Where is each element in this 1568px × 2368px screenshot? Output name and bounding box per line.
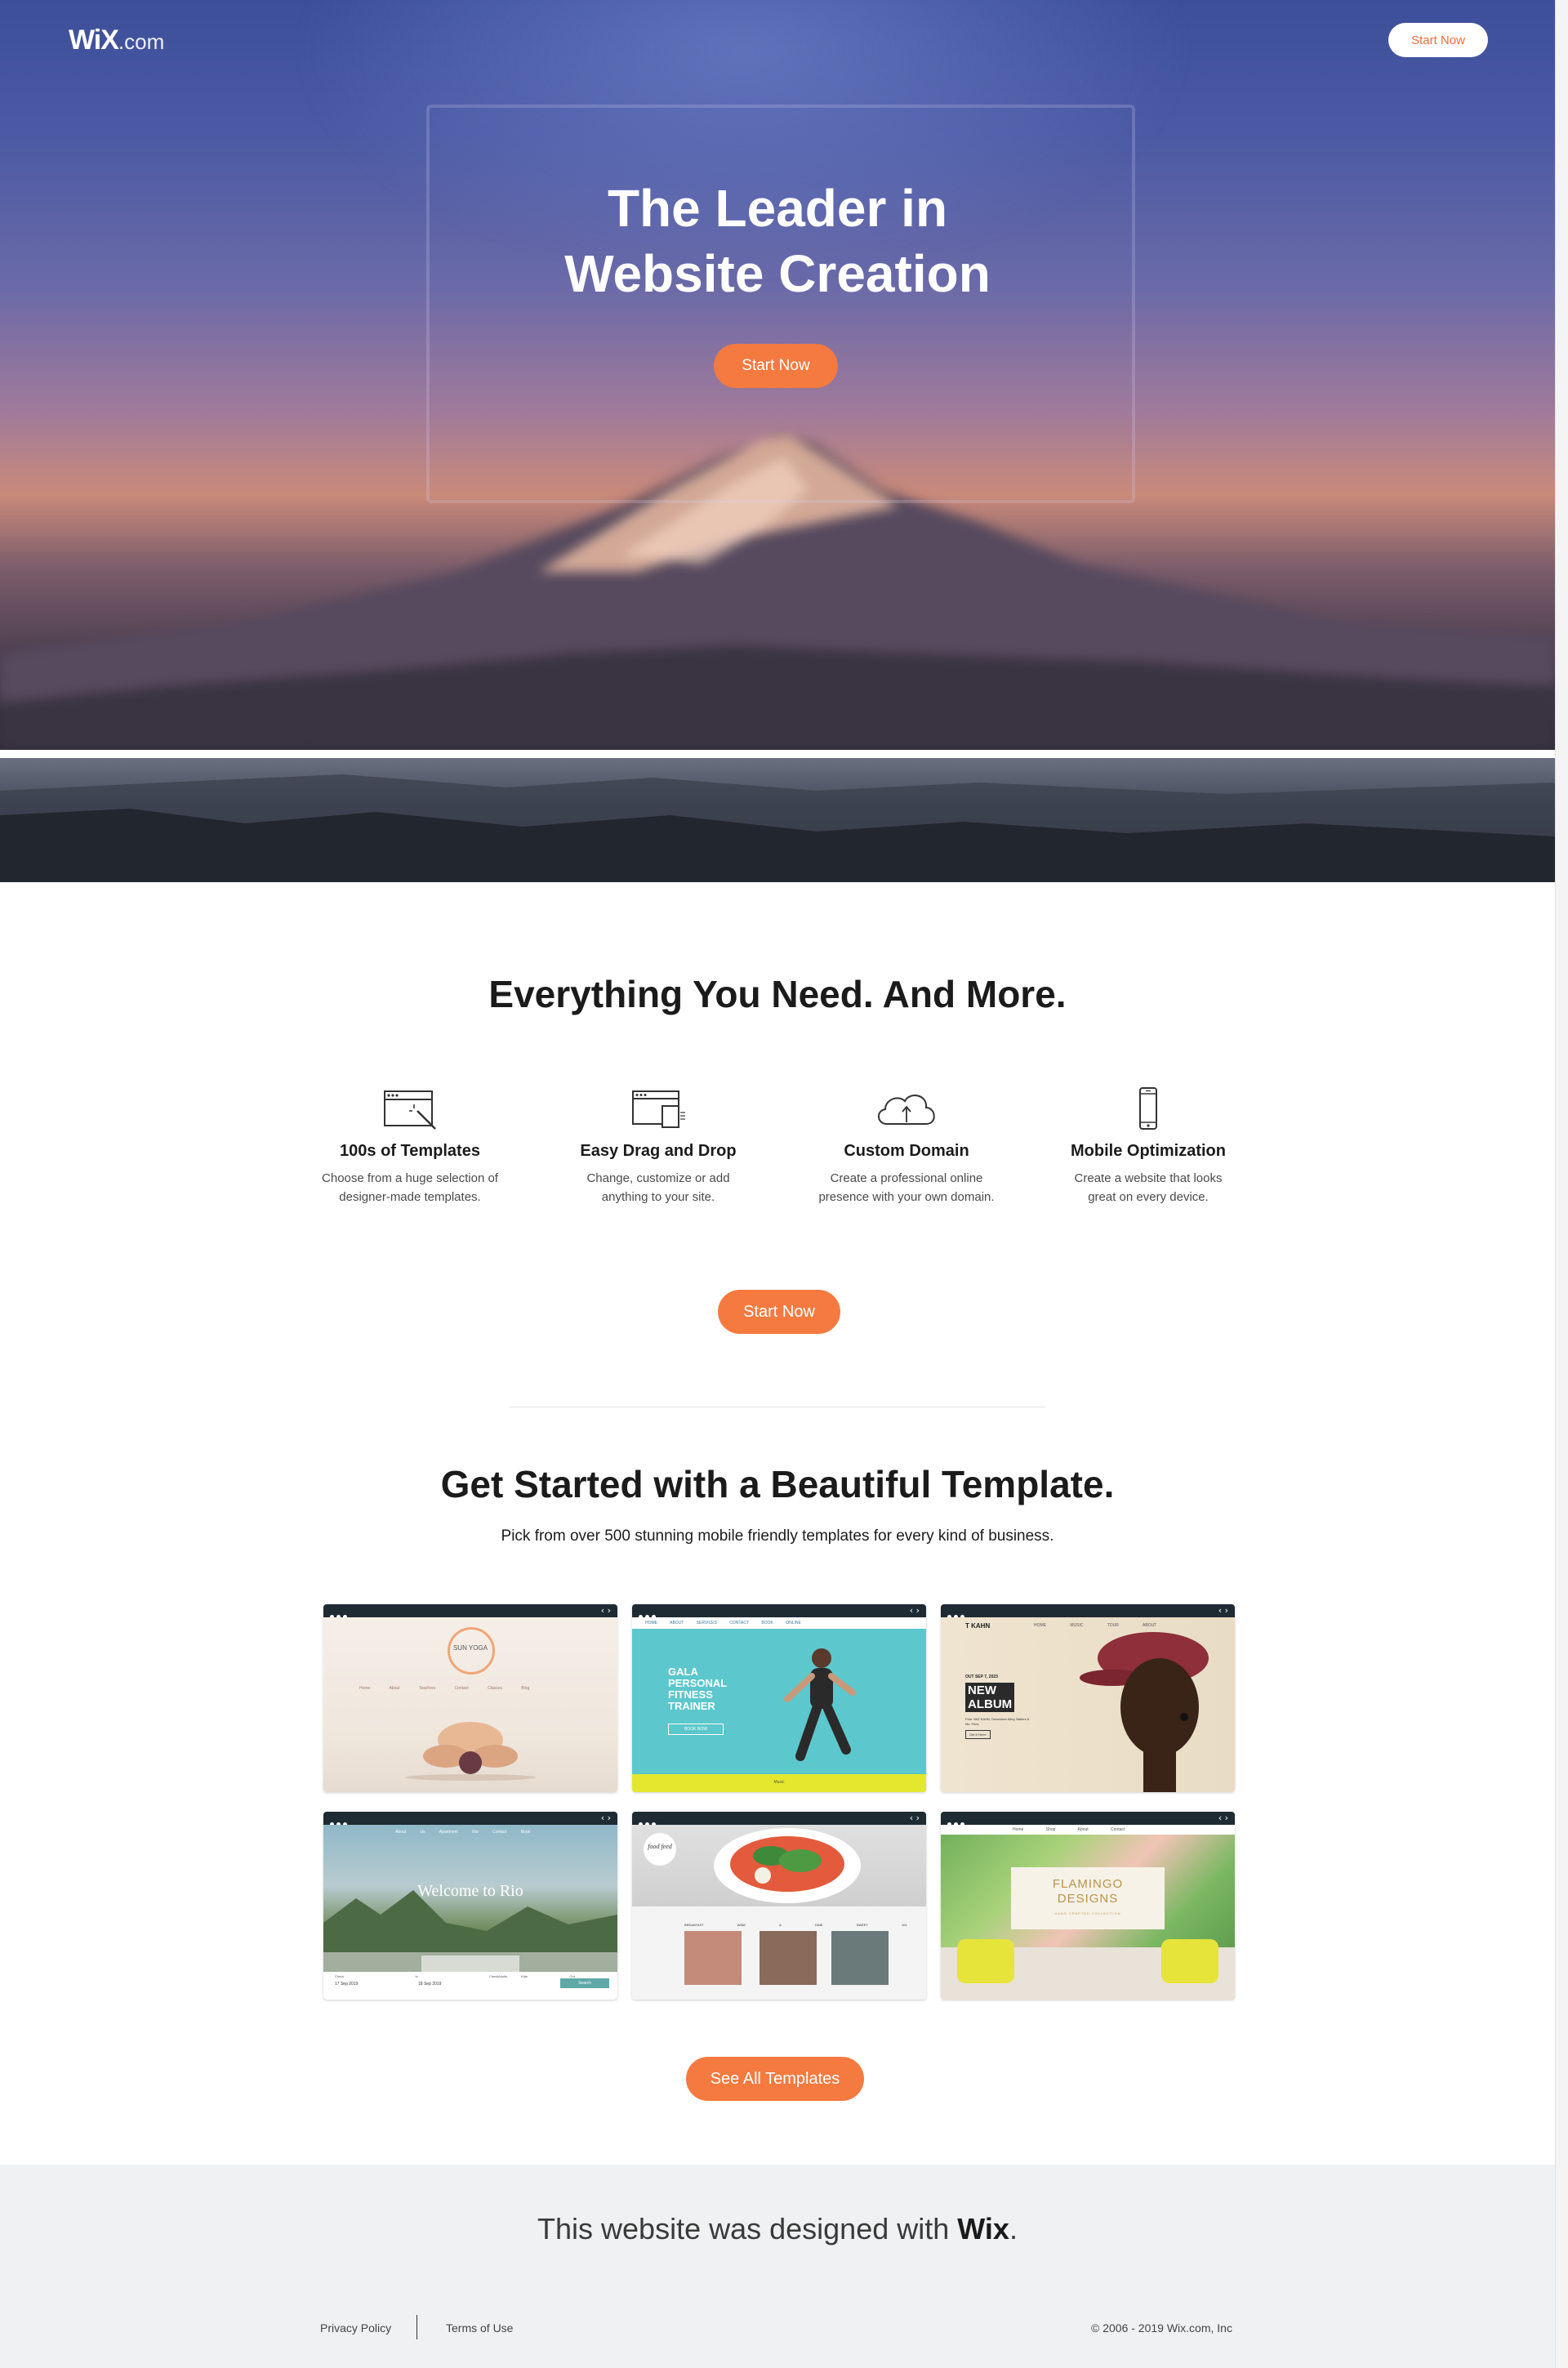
footer-tagline: This website was designed with Wix.: [537, 2212, 1018, 2245]
nav-arrows-icon: ‹ ›: [909, 1605, 920, 1616]
feature-description: Create a website that looks great on eve…: [1074, 1171, 1223, 1204]
feature-title: Mobile Optimization: [1071, 1142, 1226, 1160]
template-card-fitness-trainer[interactable]: ‹ › HOME ABOUT SERVICES CONTACT BOOK ONL…: [632, 1604, 926, 1792]
templates-heading: Get Started with a Beautiful Template.: [440, 1463, 1115, 1505]
hero-lower-image: [0, 758, 1555, 882]
wix-link[interactable]: Wix: [957, 2212, 1009, 2245]
templates-subtitle: Pick from over 500 stunning mobile frien…: [501, 1527, 1054, 1545]
salad-plate-image: [714, 1828, 861, 1903]
pillow-image: [1161, 1939, 1218, 1983]
feature-title: Easy Drag and Drop: [580, 1142, 737, 1160]
template-card-food-feed[interactable]: ‹ › food feed BREAKFAST WINE & DINE SWEE…: [632, 1812, 926, 2000]
feature-templates: 100s of Templates Choose from a huge sel…: [296, 1086, 524, 1206]
copyright: © 2006 - 2019 Wix.com, Inc: [1091, 2321, 1232, 2335]
nav-arrows-icon: ‹ ›: [1218, 1605, 1228, 1616]
logo-text: WiX: [69, 25, 119, 56]
feature-title: 100s of Templates: [340, 1142, 480, 1160]
mini-nav: HOME ABOUT SERVICES CONTACT BOOK ONLINE: [645, 1621, 801, 1625]
templates-icon: [384, 1090, 436, 1130]
scrollbar[interactable]: [1555, 0, 1568, 2368]
runner-image: [784, 1648, 856, 1761]
header-start-now-button[interactable]: Start Now: [1388, 23, 1488, 57]
feature-custom-domain: Custom Domain Create a professional onli…: [792, 1086, 1021, 1206]
browser-bar: ‹ ›: [323, 1812, 617, 1826]
template-card-sun-yoga[interactable]: ‹ › SUN YOGA Home About Teachers Contact…: [323, 1604, 617, 1792]
browser-bar: ‹ ›: [941, 1812, 1235, 1826]
wix-logo[interactable]: WiX.com: [69, 25, 164, 56]
feature-drag-drop: Easy Drag and Drop Change, customize or …: [544, 1086, 773, 1206]
browser-bar: ‹ ›: [632, 1812, 926, 1826]
terms-of-use-link[interactable]: Terms of Use: [446, 2321, 513, 2335]
browser-bar: ‹ ›: [323, 1604, 617, 1619]
nav-arrows-icon: ‹ ›: [909, 1813, 920, 1823]
mini-nav: Home About Teachers Contact Classes Blog: [359, 1686, 530, 1691]
footer-divider: [416, 2315, 417, 2339]
template-card-t-kahn[interactable]: ‹ › T KAHN HOME MUSIC TOUR ABOUT OUT SEP…: [941, 1604, 1235, 1792]
features-start-now-button[interactable]: Start Now: [718, 1290, 840, 1334]
cloud-upload-icon: [878, 1095, 935, 1125]
nav-arrows-icon: ‹ ›: [600, 1813, 611, 1823]
hero-title-line2: Website Creation: [564, 244, 991, 303]
nav-arrows-icon: ‹ ›: [1218, 1813, 1228, 1823]
feature-title: Custom Domain: [844, 1142, 969, 1160]
footer: This website was designed with Wix. Priv…: [0, 2165, 1555, 2368]
artist-portrait-image: [1080, 1632, 1209, 1792]
features-heading: Everything You Need. And More.: [488, 973, 1067, 1015]
see-all-templates-button[interactable]: See All Templates: [686, 2057, 864, 2101]
drag-drop-icon: [632, 1090, 685, 1128]
feature-description: Change, customize or add anything to you…: [586, 1171, 730, 1204]
mini-nav: About Us Apartment Rio Contact Book: [395, 1830, 531, 1835]
browser-bar: ‹ ›: [941, 1604, 1235, 1619]
nav-arrows-icon: ‹ ›: [600, 1605, 611, 1616]
hero-title: The Leader in Website Creation: [451, 176, 1104, 306]
template-card-flamingo[interactable]: ‹ › Home Shop About Contact FLAMINGO DES…: [941, 1812, 1235, 2000]
feature-description: Choose from a huge selection of designer…: [322, 1171, 498, 1204]
feature-description: Create a professional online presence wi…: [818, 1171, 995, 1204]
mobile-icon: [1139, 1087, 1157, 1130]
mini-nav: Home Shop About Contact: [1013, 1827, 1125, 1832]
hero-start-now-button[interactable]: Start Now: [714, 344, 838, 388]
hero-title-line1: The Leader in: [607, 179, 948, 238]
feature-mobile-optimization: Mobile Optimization Create a website tha…: [1034, 1086, 1263, 1206]
pillow-image: [957, 1939, 1014, 1983]
yoga-figure-image: [405, 1722, 536, 1781]
privacy-policy-link[interactable]: Privacy Policy: [320, 2321, 391, 2335]
browser-bar: ‹ ›: [632, 1604, 926, 1619]
template-card-rio[interactable]: ‹ › About Us Apartment Rio Contact Book …: [323, 1812, 617, 2000]
logo-suffix: .com: [118, 29, 165, 54]
page: WiX.com Start Now The Leader in Website …: [0, 0, 1555, 2368]
